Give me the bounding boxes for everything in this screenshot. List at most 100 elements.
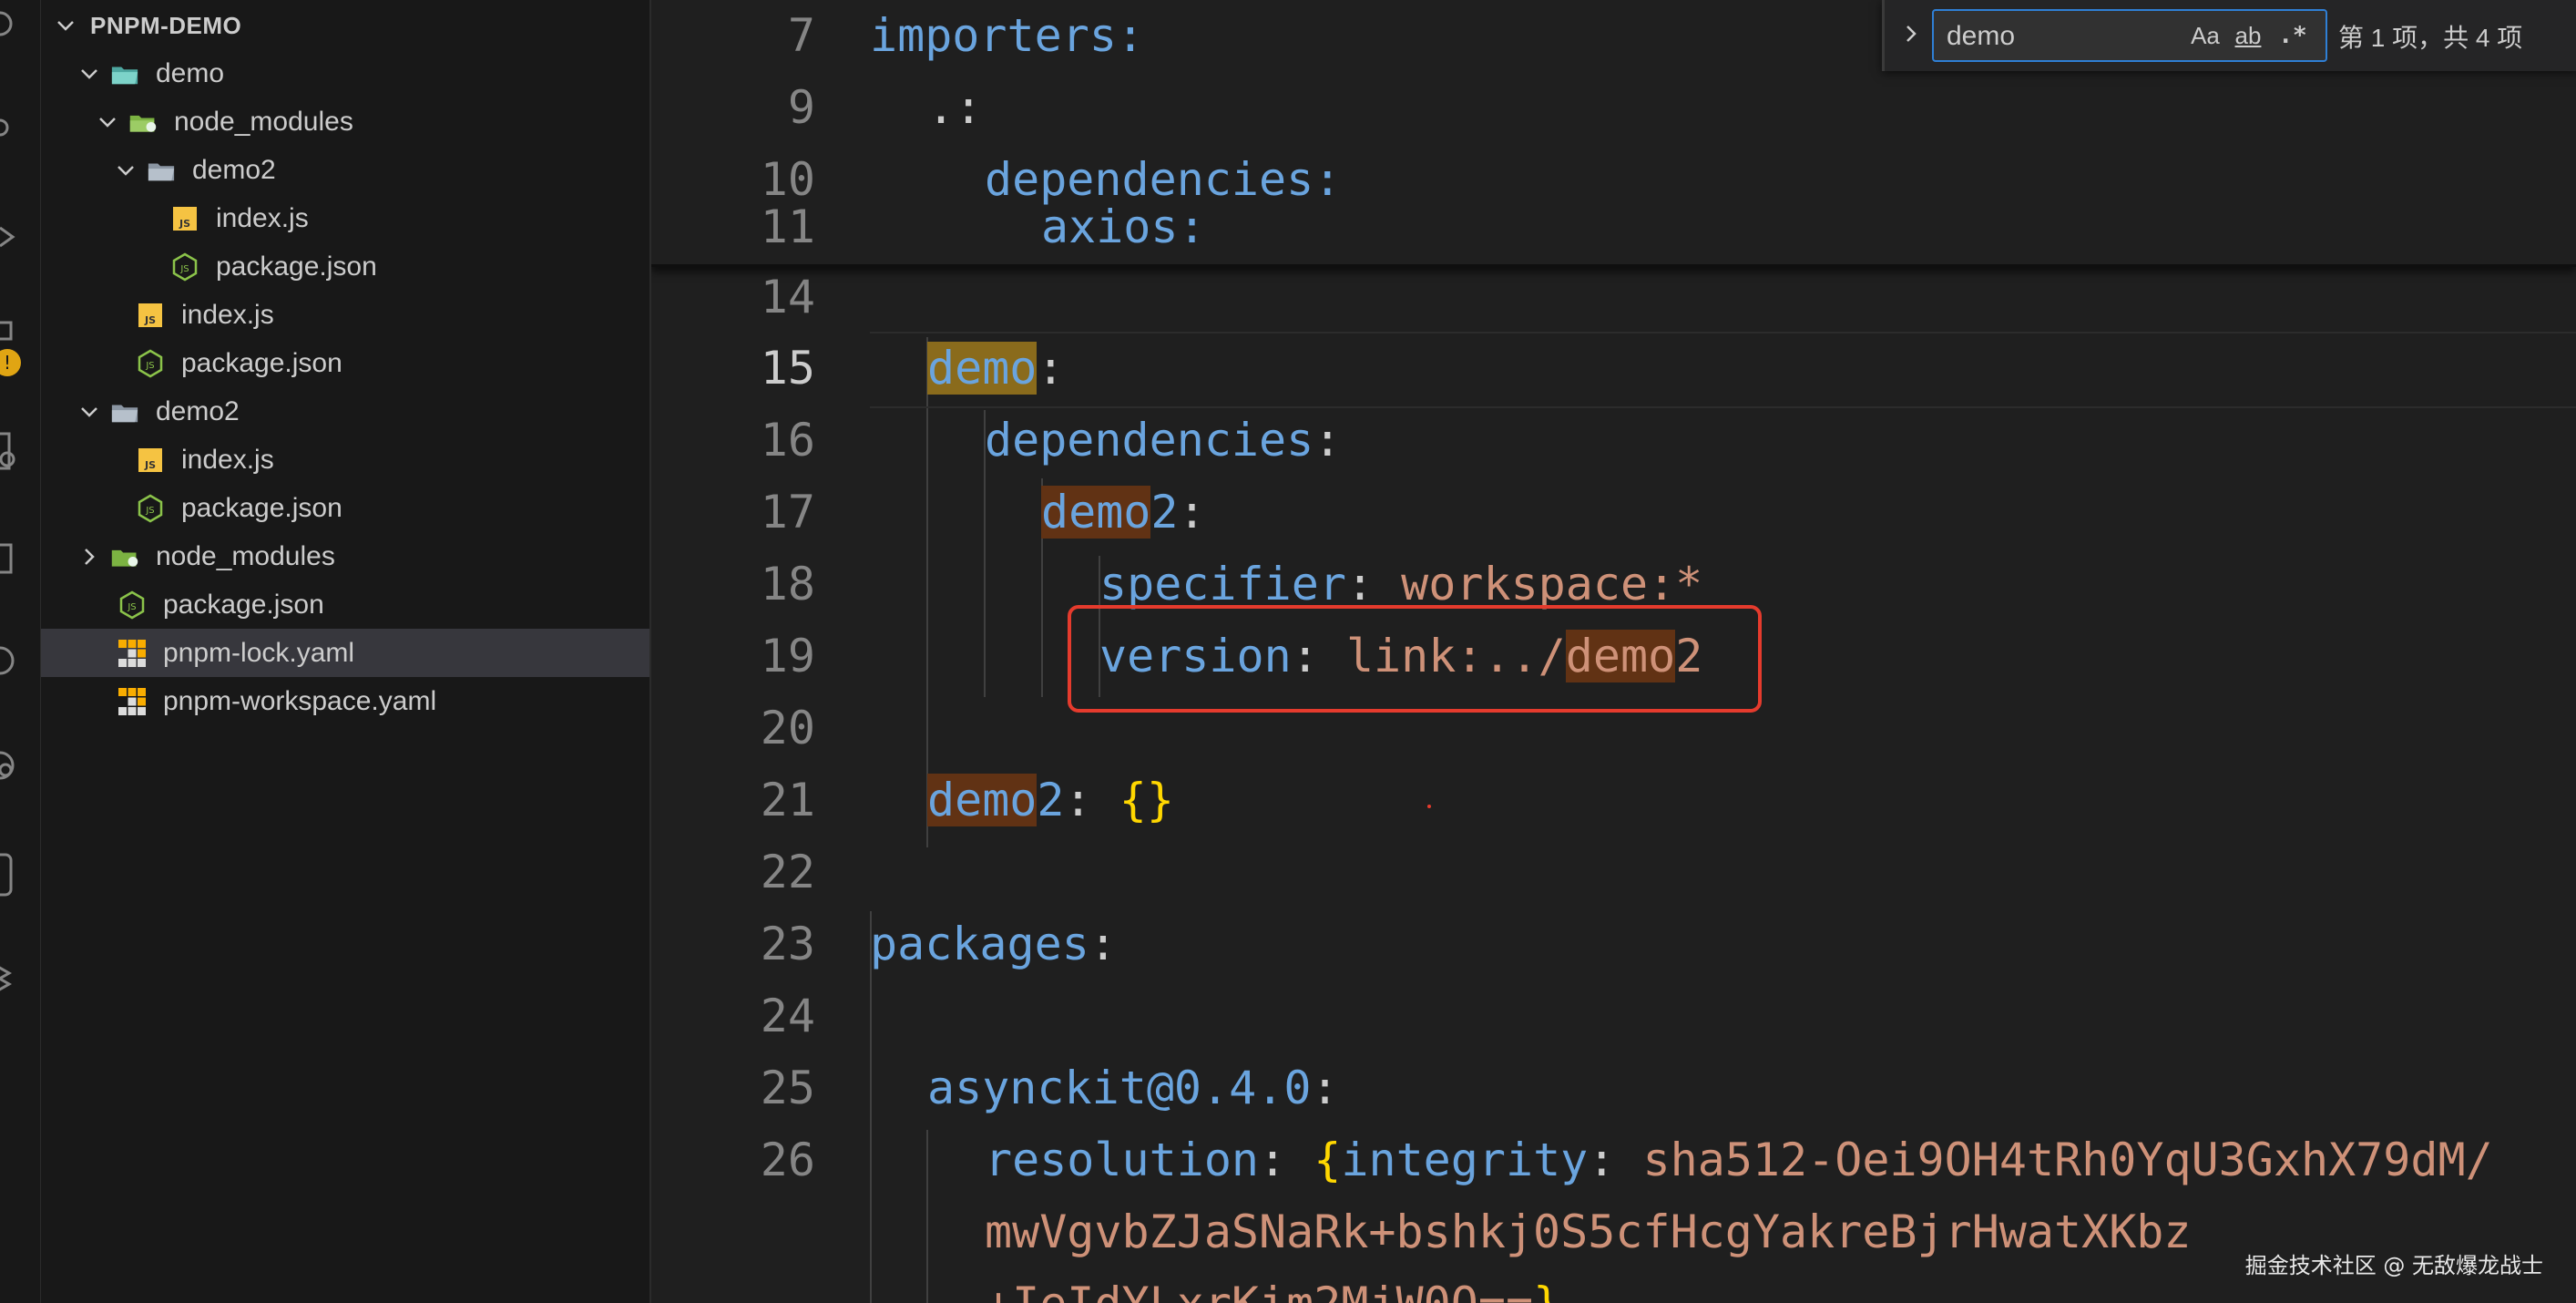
find-result-count: 第 1 项，共 4 项 xyxy=(2338,24,2523,52)
line-number: 16 xyxy=(760,414,815,467)
chat-icon[interactable] xyxy=(0,743,27,788)
whole-word-toggle[interactable]: ab xyxy=(2227,18,2269,53)
copy-icon[interactable] xyxy=(0,538,27,583)
tree-item-label: package.json xyxy=(181,492,342,523)
yaml-punct: : xyxy=(1259,1134,1314,1186)
yaml-key: importers: xyxy=(870,9,1145,62)
yaml-punct: : xyxy=(1314,414,1342,467)
remote-explorer-icon[interactable] xyxy=(0,428,27,474)
yaml-brace: { xyxy=(1314,1134,1342,1186)
git-icon[interactable] xyxy=(0,638,27,683)
yaml-punct: : xyxy=(1588,1134,1643,1186)
tree-file-package-json[interactable]: JS package.json xyxy=(41,242,649,291)
yaml-key: asynckit@0.4.0 xyxy=(927,1062,1312,1114)
code-line: demo: xyxy=(927,342,1065,395)
chevron-down-icon xyxy=(118,165,134,176)
search-match: demo xyxy=(927,774,1038,826)
search-icon[interactable] xyxy=(0,109,27,146)
activity-bar: ! xyxy=(0,0,41,1303)
tree-folder-demo2[interactable]: demo2 xyxy=(41,387,649,436)
chevron-right-icon xyxy=(85,548,95,565)
tree-file-pnpm-workspace-yaml[interactable]: pnpm-workspace.yaml xyxy=(41,677,649,725)
svg-text:JS: JS xyxy=(144,314,156,326)
tree-item-label: pnpm-lock.yaml xyxy=(163,637,355,668)
find-input-box: Aa ab .* xyxy=(1932,9,2327,62)
annotation-red-box xyxy=(1068,605,1762,713)
tree-file-pnpm-lock-yaml[interactable]: pnpm-lock.yaml xyxy=(41,629,649,677)
chevron-down-icon xyxy=(81,406,97,417)
yaml-brace: } xyxy=(1533,1277,1560,1303)
tree-file-package-json[interactable]: JS package.json xyxy=(41,484,649,532)
svg-text:!: ! xyxy=(4,352,11,374)
tree-item-label: pnpm-workspace.yaml xyxy=(163,685,437,716)
folder-open-icon xyxy=(111,66,138,84)
yaml-key: 2 xyxy=(1037,774,1065,826)
code-line-wrapped: mwVgvbZJaSNaRk+bshkj0S5cfHcgYakreBjrHwat… xyxy=(985,1206,2192,1258)
explorer-root[interactable]: PNPM-DEMO xyxy=(41,0,649,51)
line-number: 11 xyxy=(760,200,815,253)
yaml-value: +IeIdYLxrKim2MjW0Q== xyxy=(985,1277,1533,1303)
code-line: resolution: {integrity: sha512-Oei9OH4tR… xyxy=(985,1134,2493,1186)
yaml-key: packages xyxy=(870,918,1089,970)
line-number: 24 xyxy=(760,990,815,1042)
code-line: importers: xyxy=(870,9,1144,62)
run-debug-icon[interactable] xyxy=(0,219,27,255)
files-icon[interactable] xyxy=(0,5,27,42)
tree-file-index-js[interactable]: JS index.js xyxy=(41,291,649,339)
regex-toggle[interactable]: .* xyxy=(2273,18,2313,53)
tree-item-label: index.js xyxy=(216,202,309,233)
tree-file-index-js[interactable]: JS index.js xyxy=(41,194,649,242)
database-icon[interactable] xyxy=(0,847,27,902)
yaml-punct: : xyxy=(1064,774,1119,826)
code-editor[interactable]: 7 importers: 9 .: 10 dependencies: 11 ax… xyxy=(651,0,2576,1303)
svg-text:JS: JS xyxy=(144,459,156,471)
chevron-right-icon[interactable] xyxy=(1897,20,1925,47)
layers-icon[interactable] xyxy=(0,953,27,1008)
whole-word-label: ab xyxy=(2234,21,2262,49)
yaml-punct: : xyxy=(1178,486,1206,539)
line-number: 19 xyxy=(760,630,815,682)
line-number: 15 xyxy=(760,342,815,395)
tree-item-label: demo xyxy=(156,57,225,88)
tree-folder-node-modules[interactable]: node_modules xyxy=(41,532,649,580)
tree-item-label: demo2 xyxy=(192,154,276,185)
watermark: 掘金技术社区 @ 无敌爆龙战士 xyxy=(2244,1253,2543,1278)
line-number: 17 xyxy=(760,486,815,539)
search-match-current: demo xyxy=(927,342,1038,395)
svg-text:JS: JS xyxy=(179,264,189,274)
code-line: axios: xyxy=(1041,200,1206,253)
line-number: 23 xyxy=(760,918,815,970)
code-line: demo2: xyxy=(1041,486,1206,539)
yaml-key: dependencies: xyxy=(985,153,1342,206)
tree-folder-demo[interactable]: demo xyxy=(41,49,649,97)
folder-open-icon xyxy=(148,162,175,180)
svg-text:JS: JS xyxy=(145,506,154,516)
svg-text:JS: JS xyxy=(179,218,190,230)
match-case-toggle[interactable]: Aa xyxy=(2187,18,2223,53)
pnpm-file-icon xyxy=(118,687,146,715)
yaml-braces: {} xyxy=(1119,774,1174,826)
pnpm-file-icon xyxy=(118,639,146,667)
tree-folder-demo2-link[interactable]: demo2 xyxy=(41,146,649,194)
explorer-sidebar: PNPM-DEMO demo node_modules demo2 JS ind… xyxy=(41,0,651,1303)
yaml-punct: : xyxy=(1089,918,1117,970)
node-modules-folder-icon xyxy=(129,115,157,132)
nodejs-file-icon: JS xyxy=(172,252,198,281)
tree-item-label: index.js xyxy=(181,299,274,330)
indent-guide xyxy=(926,1130,928,1303)
tree-item-label: package.json xyxy=(181,347,342,378)
yaml-value: sha512-Oei9OH4tRh0YqU3GxhX79dM/ xyxy=(1642,1134,2493,1186)
code-line: asynckit@0.4.0: xyxy=(927,1062,1339,1114)
yaml-key: dependencies xyxy=(985,414,1314,467)
tree-item-label: package.json xyxy=(216,251,377,282)
tree-folder-node-modules[interactable]: node_modules xyxy=(41,97,649,146)
yaml-key: axios: xyxy=(1041,200,1206,253)
tree-file-index-js[interactable]: JS index.js xyxy=(41,436,649,484)
explorer-root-label: PNPM-DEMO xyxy=(90,11,242,39)
find-input[interactable] xyxy=(1945,11,2194,62)
code-line-wrapped: +IeIdYLxrKim2MjW0Q==} xyxy=(985,1277,1560,1303)
tree-file-package-json[interactable]: JS package.json xyxy=(41,339,649,387)
javascript-file-icon: JS xyxy=(138,447,162,472)
tree-item-label: demo2 xyxy=(156,395,240,426)
tree-file-package-json[interactable]: JS package.json xyxy=(41,580,649,629)
